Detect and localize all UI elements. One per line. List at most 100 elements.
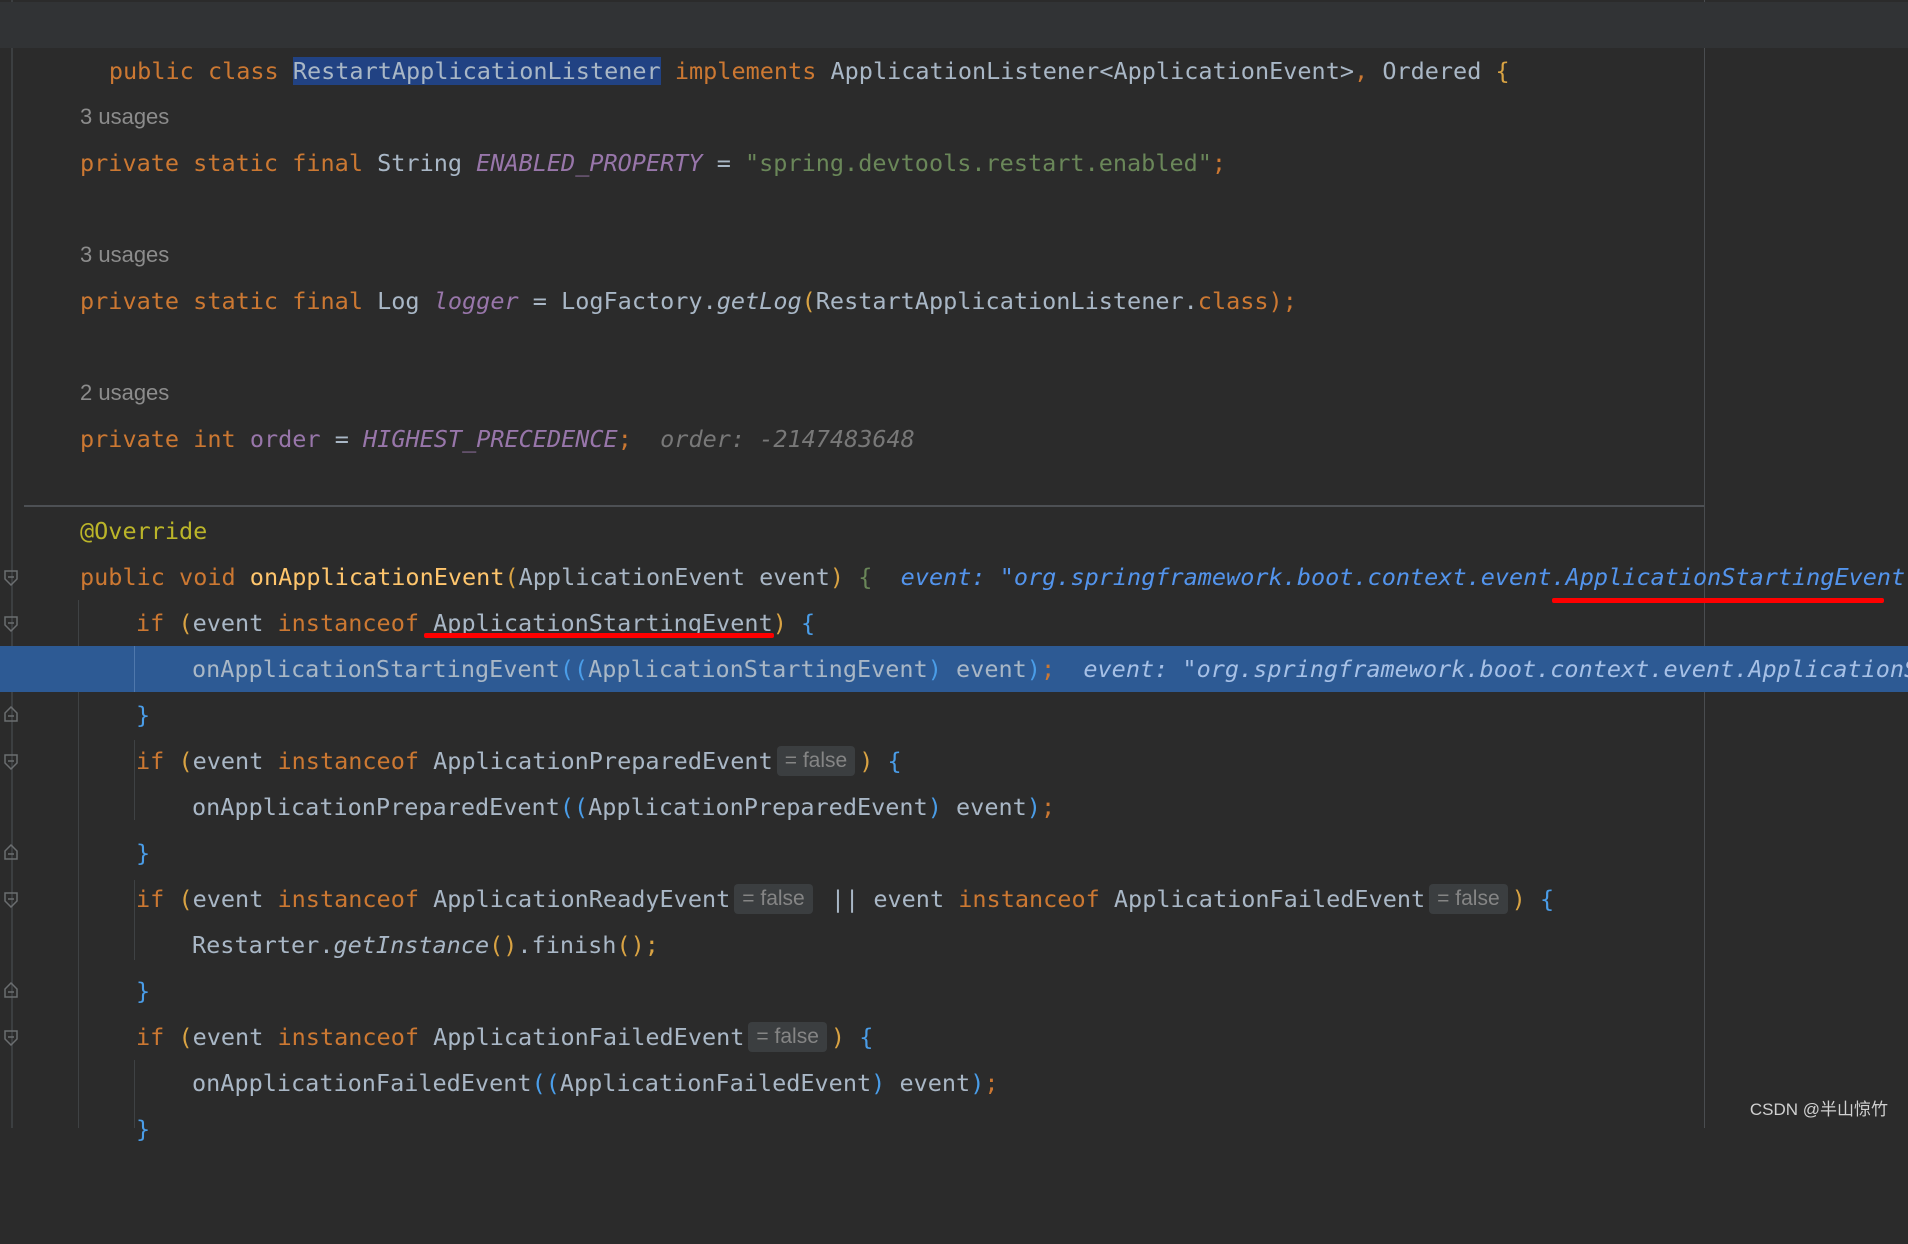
usages-hint[interactable]: 2 usages [80, 380, 169, 406]
call-argument: event [956, 793, 1027, 821]
condition-type[interactable]: ApplicationPreparedEvent [433, 747, 773, 775]
string-literal: "spring.devtools.restart.enabled" [745, 149, 1212, 177]
call-method[interactable]: .finish [517, 931, 616, 959]
condition-variable: event [192, 747, 264, 775]
closing-brace: } [136, 977, 151, 1005]
usages-hint[interactable]: 3 usages [80, 242, 169, 268]
closing-brace: } [136, 701, 151, 729]
method-signature-line[interactable]: public void onApplicationEvent(Applicati… [0, 554, 1908, 600]
keyword-public: public [108, 57, 194, 85]
call-argument: event [899, 1069, 971, 1097]
field-type: Log [377, 287, 420, 315]
class-open-brace: { [1495, 57, 1510, 85]
closing-brace-line[interactable]: } [0, 830, 1908, 876]
field-type: int [193, 425, 236, 453]
closing-brace-line[interactable]: } [0, 968, 1908, 1014]
method-modifier: public [80, 563, 165, 591]
constant-reference: HIGHEST_PRECEDENCE [363, 425, 618, 453]
return-type: void [179, 563, 236, 591]
method-name[interactable]: onApplicationEvent [250, 563, 505, 591]
usages-hint[interactable]: 3 usages [80, 104, 169, 130]
interface-ordered[interactable]: Ordered [1382, 57, 1481, 85]
closing-brace-line[interactable]: } [0, 1106, 1908, 1152]
call-object: LogFactory. [561, 287, 717, 315]
cast-type: ApplicationFailedEvent [559, 1069, 872, 1097]
cast-type: ApplicationPreparedEvent [588, 793, 928, 821]
condition-variable: event [192, 885, 264, 913]
field-modifiers: private static final [80, 287, 363, 315]
if-failed-event-line[interactable]: if (event instanceof ApplicationFailedEv… [0, 1014, 1908, 1060]
method-separator [24, 505, 1704, 507]
call-prepared-event-line[interactable]: onApplicationPreparedEvent((ApplicationP… [0, 784, 1908, 830]
call-argument: event [956, 655, 1027, 683]
debug-value-hint: event: "org.springframework.boot.context… [900, 563, 1908, 591]
field-name: logger [433, 287, 519, 315]
watermark: CSDN @半山惊竹 [1749, 1100, 1888, 1119]
call-method: getLog [716, 287, 802, 315]
field-line-enabled-property[interactable]: private static final String ENABLED_PROP… [0, 140, 1908, 186]
semicolon: ; [1211, 149, 1227, 177]
current-execution-line[interactable]: onApplicationStartingEvent((ApplicationS… [78, 646, 1908, 692]
keyword-if: if [136, 885, 165, 913]
condition-type[interactable]: ApplicationFailedEvent [433, 1023, 744, 1051]
override-annotation: @Override [80, 517, 208, 545]
annotation-line[interactable]: @Override [0, 508, 1908, 554]
method-call[interactable]: onApplicationStartingEvent [192, 655, 560, 683]
field-line-logger[interactable]: private static final Log logger = LogFac… [0, 278, 1908, 324]
keyword-if: if [136, 609, 165, 637]
method-call[interactable]: onApplicationPreparedEvent [192, 793, 560, 821]
closing-brace: } [136, 1115, 151, 1143]
equals: = [716, 149, 731, 177]
class-declaration-line[interactable]: public class RestartApplicationListener … [0, 2, 1908, 85]
call-end: (); [616, 931, 659, 959]
condition-variable: event [192, 609, 264, 637]
if-prepared-event-line[interactable]: if (event instanceof ApplicationPrepared… [0, 738, 1908, 784]
call-method[interactable]: getInstance [333, 931, 489, 959]
closing-brace-line[interactable]: } [0, 692, 1908, 738]
inline-value-hint: = false [776, 746, 856, 776]
keyword-class: class [207, 57, 279, 85]
indent-guide [134, 646, 135, 692]
condition-variable: event [192, 1023, 264, 1051]
if-ready-or-failed-line[interactable]: if (event instanceof ApplicationReadyEve… [0, 876, 1908, 922]
condition-variable: event [873, 885, 945, 913]
condition-type[interactable]: ApplicationReadyEvent [433, 885, 730, 913]
keyword-instanceof: instanceof [277, 1023, 419, 1051]
execution-point-gutter [0, 646, 78, 692]
keyword-instanceof: instanceof [277, 747, 419, 775]
field-modifiers: private static final [80, 149, 363, 177]
call-object: Restarter. [192, 931, 334, 959]
class-name[interactable]: RestartApplicationListener [292, 57, 661, 85]
field-line-order[interactable]: private int order = HIGHEST_PRECEDENCE; … [0, 416, 1908, 462]
inline-value-hint: = false [734, 884, 813, 914]
restarter-finish-line[interactable]: Restarter.getInstance().finish(); [0, 922, 1908, 968]
keyword-if: if [136, 747, 165, 775]
generic-type: <ApplicationEvent> [1099, 57, 1354, 85]
keyword-if: if [136, 1023, 165, 1051]
equals: = [334, 425, 349, 453]
field-name: ENABLED_PROPERTY [476, 149, 703, 177]
keyword-instanceof: instanceof [277, 885, 419, 913]
inline-value-hint: = false [748, 1022, 827, 1052]
cast-type: ApplicationStartingEvent [588, 655, 928, 683]
interface-application-listener[interactable]: ApplicationListener [831, 57, 1100, 85]
condition-type[interactable]: ApplicationFailedEvent [1114, 885, 1425, 913]
keyword-implements: implements [674, 57, 817, 85]
keyword-instanceof: instanceof [277, 609, 419, 637]
debug-value-hint: event: "org.springframework.boot.context… [1083, 655, 1908, 683]
method-call[interactable]: onApplicationFailedEvent [192, 1069, 532, 1097]
logical-or: || [830, 885, 860, 913]
red-underline-annotation [424, 633, 774, 638]
inline-value-hint: = false [1429, 884, 1508, 914]
keyword-class: class [1197, 287, 1269, 315]
equals: = [532, 287, 547, 315]
call-failed-event-line[interactable]: onApplicationFailedEvent((ApplicationFai… [0, 1060, 1908, 1106]
comma: , [1354, 57, 1369, 85]
debug-value-hint: order: -2147483648 [660, 425, 915, 453]
keyword-instanceof: instanceof [958, 885, 1100, 913]
method-open-brace: { [858, 563, 873, 591]
field-name: order [249, 425, 321, 453]
code-editor[interactable]: public class RestartApplicationListener … [0, 0, 1908, 1143]
if-starting-event-line[interactable]: if (event instanceof ApplicationStarting… [0, 600, 1908, 646]
closing-brace: } [136, 839, 151, 867]
